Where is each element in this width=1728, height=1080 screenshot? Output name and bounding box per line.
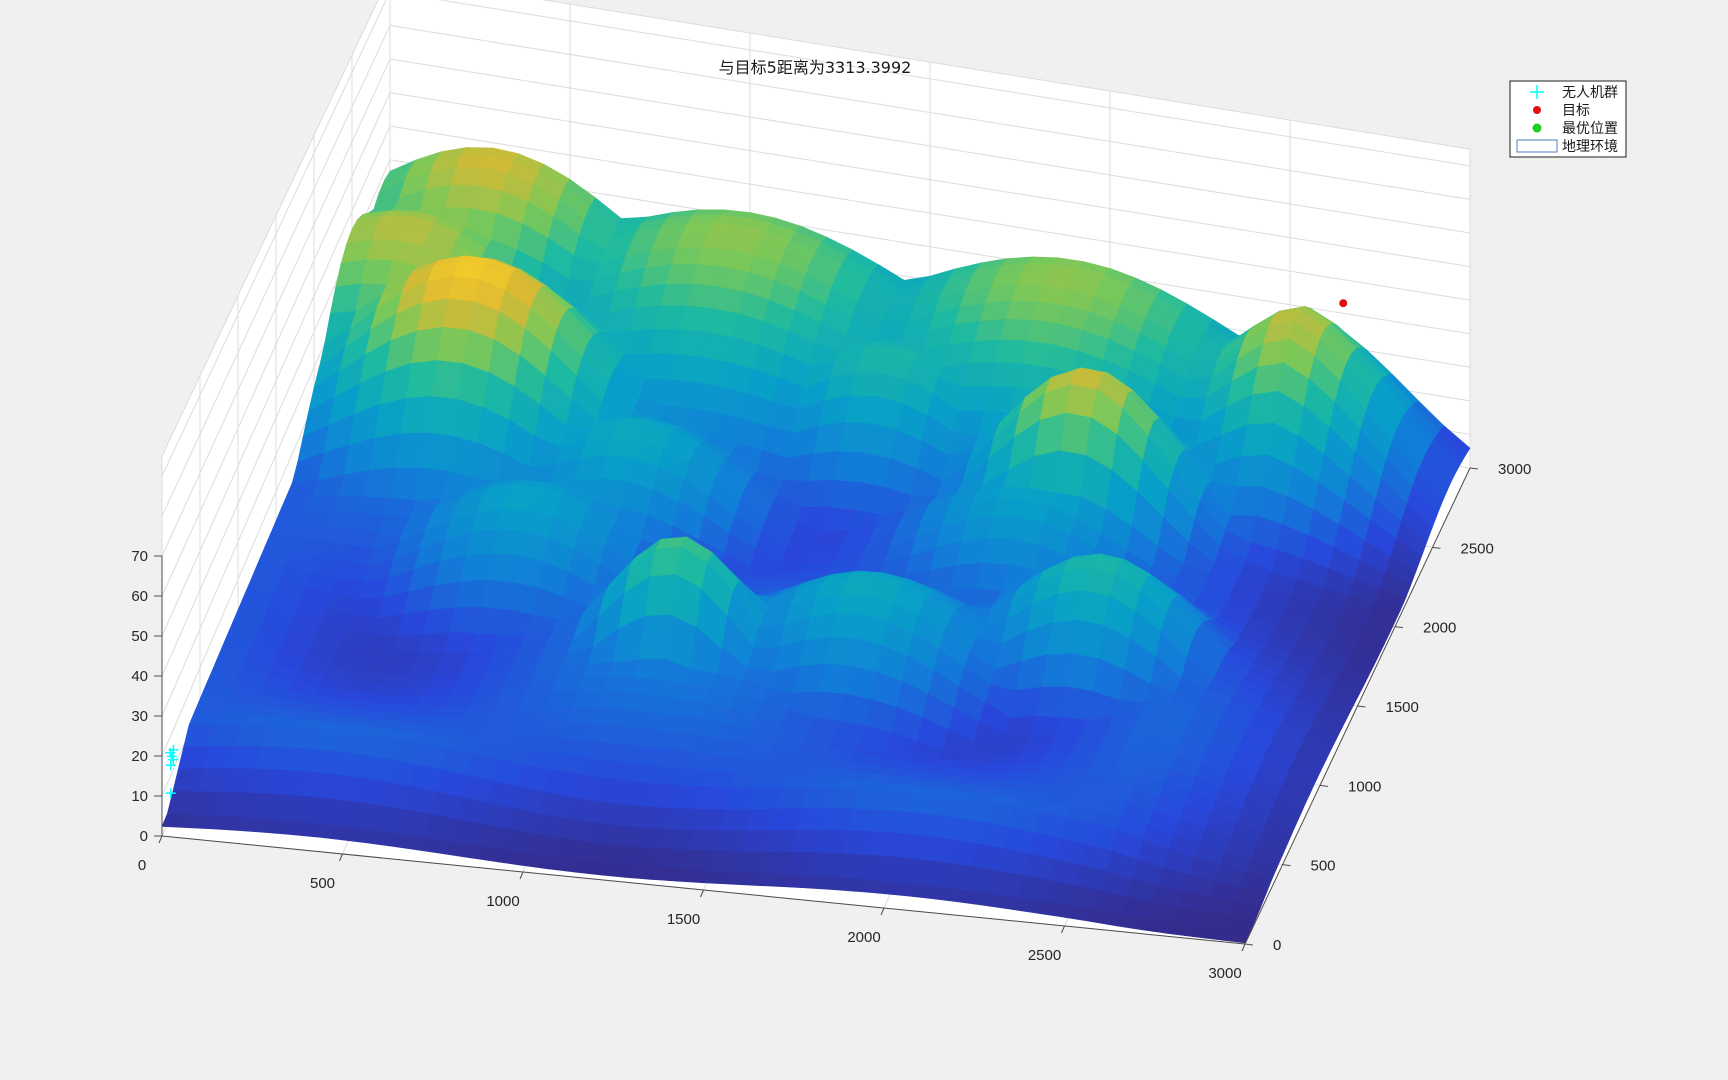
y-tick <box>1357 705 1366 708</box>
z-tick-label: 30 <box>131 708 148 725</box>
surface-patch-icon <box>1516 139 1558 153</box>
x-tick <box>880 907 885 916</box>
x-tick-label: 500 <box>310 875 335 892</box>
x-tick <box>1241 943 1246 952</box>
z-tick-label: 70 <box>131 548 148 565</box>
x-tick-label: 1500 <box>667 911 700 928</box>
y-tick <box>1469 467 1479 470</box>
x-tick-label: 3000 <box>1208 965 1241 982</box>
y-tick-label: 2500 <box>1461 540 1494 557</box>
z-tick-label: 50 <box>131 628 148 645</box>
green-dot <box>1532 123 1542 133</box>
y-tick-label: 1000 <box>1348 778 1381 795</box>
y-tick <box>1319 784 1329 787</box>
y-tick-label: 1500 <box>1386 699 1419 716</box>
legend: 无人机群 目标 最优位置 地理环境 <box>1509 80 1627 158</box>
red-dot <box>1533 106 1541 114</box>
y-tick <box>1244 943 1254 946</box>
surface-patch <box>1043 880 1076 907</box>
x-tick-label: 0 <box>138 857 146 874</box>
y-tick-label: 500 <box>1311 858 1336 875</box>
z-tick-label: 10 <box>131 788 148 805</box>
svg-text:最优位置: 最优位置 <box>1562 121 1618 137</box>
x-tick-label: 2000 <box>847 929 880 946</box>
x-tick <box>1061 925 1065 934</box>
z-tick-label: 20 <box>131 748 148 765</box>
y-tick <box>1282 864 1291 867</box>
x-tick <box>700 889 704 898</box>
surface-patch-glyph <box>1516 139 1558 153</box>
red-dot-icon <box>1533 106 1541 114</box>
target-marker <box>1339 299 1348 308</box>
green-dot-icon <box>1532 123 1542 133</box>
x-tick <box>158 835 163 844</box>
y-tick-label: 0 <box>1273 937 1281 954</box>
surface-patch <box>1078 589 1110 627</box>
surface-patch <box>909 884 942 900</box>
figure: 0500100015002000250030000500100015002000… <box>131 0 1627 982</box>
x-tick-label: 2500 <box>1028 947 1061 964</box>
x-tick <box>339 853 343 862</box>
y-tick-label: 3000 <box>1498 461 1531 478</box>
x-tick-label: 1000 <box>486 893 519 910</box>
x-tick <box>519 871 524 880</box>
z-tick-label: 60 <box>131 588 148 605</box>
z-tick-label: 0 <box>140 828 148 845</box>
y-tick <box>1394 626 1404 629</box>
svg-text:地理环境: 地理环境 <box>1562 139 1618 155</box>
chart-title: 与目标5距离为3313.3992 <box>719 58 912 77</box>
y-tick-label: 2000 <box>1423 620 1456 637</box>
svg-text:目标: 目标 <box>1562 103 1590 119</box>
z-tick-label: 40 <box>131 668 148 685</box>
svg-text:无人机群: 无人机群 <box>1562 85 1618 101</box>
y-tick <box>1432 546 1441 549</box>
